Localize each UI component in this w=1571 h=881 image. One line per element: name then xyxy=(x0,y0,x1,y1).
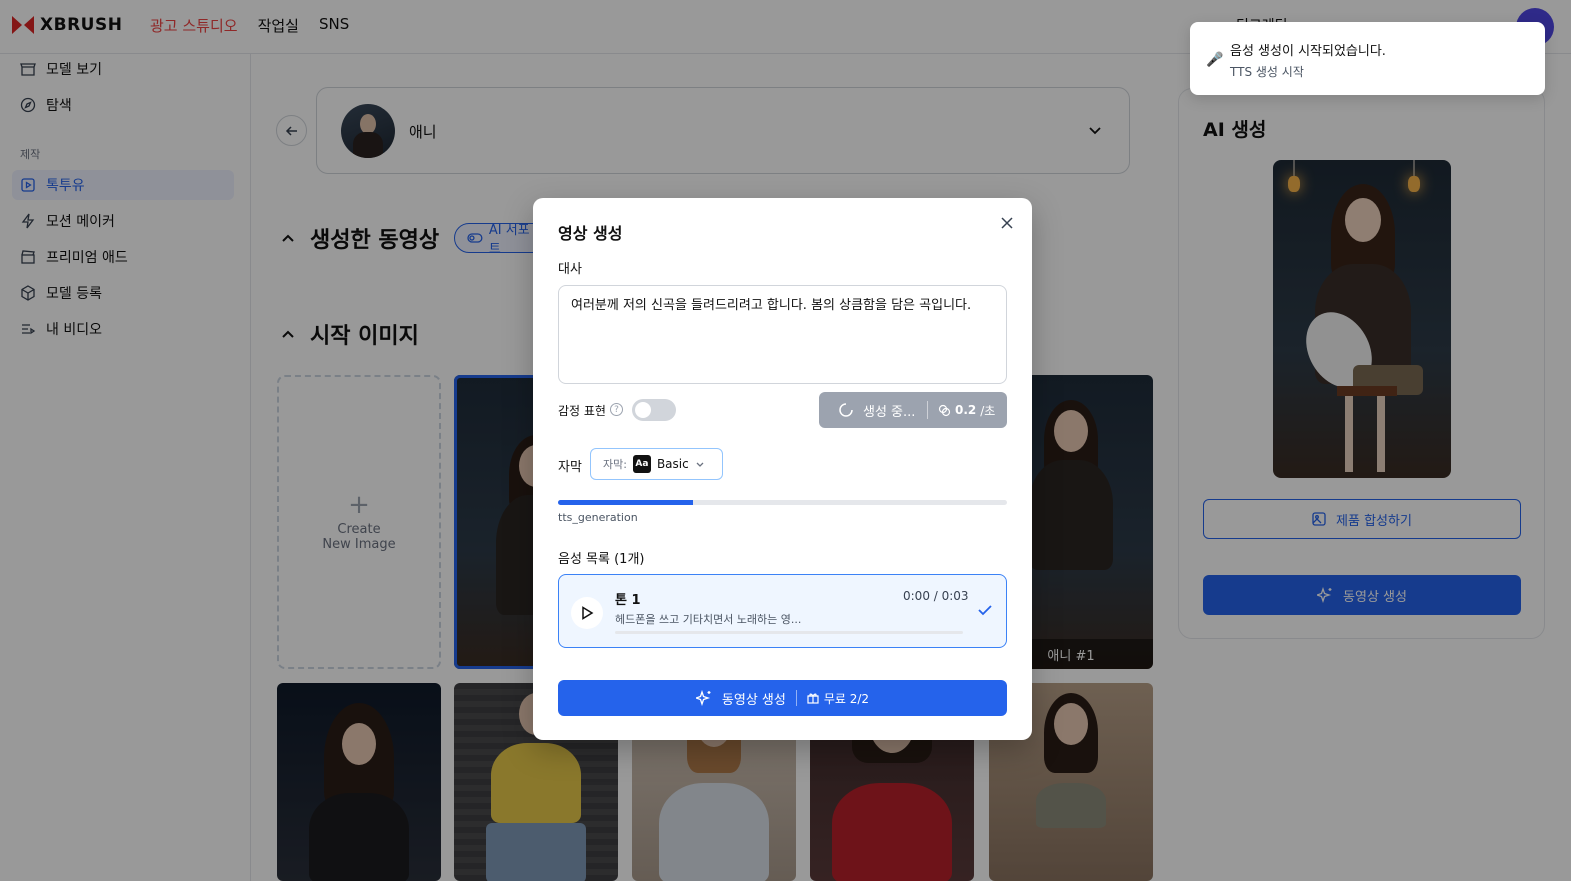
script-label: 대사 xyxy=(558,262,582,277)
sparkles-icon xyxy=(695,690,711,706)
modal-title: 영상 생성 xyxy=(558,224,623,243)
microphone-icon: 🎤 xyxy=(1206,52,1224,68)
emotion-label: 감정 표현 xyxy=(558,404,606,418)
spinner-icon xyxy=(839,403,853,417)
chevron-down-icon xyxy=(696,462,704,467)
subtitle-prefix: 자막: xyxy=(603,458,627,471)
voice-list-label: 음성 목록 (1개) xyxy=(558,552,645,567)
progress-label: tts_generation xyxy=(558,511,638,524)
coins-icon xyxy=(938,404,951,416)
close-icon xyxy=(1001,217,1013,229)
voice-progress-bar[interactable] xyxy=(615,631,963,634)
cost-unit: /초 xyxy=(980,403,996,418)
toast-notification: 🎤 음성 생성이 시작되었습니다. TTS 생성 시작 xyxy=(1190,22,1545,95)
close-button[interactable] xyxy=(998,214,1016,232)
subtitle-style-select[interactable]: 자막: Aa Basic xyxy=(590,448,723,480)
progress-fill xyxy=(558,500,693,505)
generating-label: 생성 중... xyxy=(863,404,916,420)
gift-icon xyxy=(807,693,819,704)
toast-title: 음성 생성이 시작되었습니다. xyxy=(1230,44,1386,59)
cost-value: 0.2 xyxy=(955,403,977,417)
font-style-icon: Aa xyxy=(632,455,651,473)
toast-subtitle: TTS 생성 시작 xyxy=(1230,65,1304,79)
voice-description: 헤드폰을 쓰고 기타치면서 노래하는 영... xyxy=(615,613,802,626)
check-icon xyxy=(978,605,992,616)
emotion-toggle[interactable] xyxy=(632,399,676,421)
generate-video-submit-button[interactable]: 동영상 생성 무료 2/2 xyxy=(558,680,1007,716)
generating-button[interactable]: 생성 중... 0.2 /초 xyxy=(819,392,1007,428)
submit-label: 동영상 생성 xyxy=(721,692,786,708)
progress-bar xyxy=(558,500,1007,505)
free-label: 무료 2/2 xyxy=(823,691,870,706)
play-button[interactable] xyxy=(571,597,603,629)
video-generation-modal: 영상 생성 대사 여러분께 저의 신곡을 들려드리려고 합니다. 봄의 상큼함을… xyxy=(533,198,1032,740)
voice-item[interactable]: 톤 1 헤드폰을 쓰고 기타치면서 노래하는 영... 0:00 / 0:03 xyxy=(558,574,1007,648)
play-icon xyxy=(582,606,594,620)
subtitle-label: 자막 xyxy=(558,460,582,475)
voice-time: 0:00 / 0:03 xyxy=(903,589,969,603)
script-textarea[interactable]: 여러분께 저의 신곡을 들려드리려고 합니다. 봄의 상큼함을 담은 곡입니다. xyxy=(558,285,1007,384)
help-icon[interactable]: ? xyxy=(610,403,623,416)
voice-name: 톤 1 xyxy=(615,593,641,608)
subtitle-value: Basic xyxy=(656,457,689,471)
